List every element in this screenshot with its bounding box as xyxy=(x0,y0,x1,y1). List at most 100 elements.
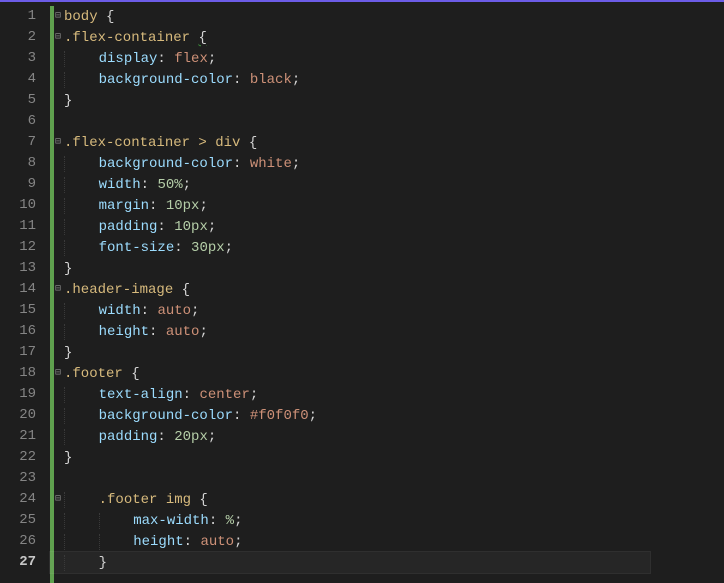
token-punc: : xyxy=(183,387,200,403)
fold-icon xyxy=(52,384,64,405)
line-number[interactable]: 22 xyxy=(10,447,36,468)
fold-icon xyxy=(52,447,64,468)
line-number[interactable]: 5 xyxy=(10,90,36,111)
fold-icon xyxy=(52,321,64,342)
line-number[interactable]: 13 xyxy=(10,258,36,279)
fold-icon[interactable]: ⊟ xyxy=(52,6,64,27)
code-line[interactable]: background-color: white; xyxy=(50,153,650,174)
line-number-gutter[interactable]: 1234567891011121314151617181920212223242… xyxy=(0,2,50,583)
line-number[interactable]: 17 xyxy=(10,342,36,363)
code-line[interactable]: margin: 10px; xyxy=(50,195,650,216)
line-number[interactable]: 2 xyxy=(10,27,36,48)
line-number[interactable]: 11 xyxy=(10,216,36,237)
line-number[interactable]: 3 xyxy=(10,48,36,69)
code-line[interactable]: background-color: black; xyxy=(50,69,650,90)
code-line[interactable]: max-width: %; xyxy=(50,510,650,531)
code-line[interactable]: } xyxy=(50,552,650,573)
code-line[interactable]: height: auto; xyxy=(50,531,650,552)
token-val: black xyxy=(250,72,292,88)
line-number[interactable]: 10 xyxy=(10,195,36,216)
token-val: white xyxy=(250,156,292,172)
line-number[interactable]: 26 xyxy=(10,531,36,552)
line-number[interactable]: 21 xyxy=(10,426,36,447)
line-number[interactable]: 23 xyxy=(10,468,36,489)
code-line[interactable]: height: auto; xyxy=(50,321,650,342)
editor-body: 1234567891011121314151617181920212223242… xyxy=(0,2,724,583)
vertical-scrollbar[interactable] xyxy=(710,2,724,583)
line-number[interactable]: 9 xyxy=(10,174,36,195)
line-number[interactable]: 19 xyxy=(10,384,36,405)
code-line[interactable]: ⊟ .footer img { xyxy=(50,489,650,510)
indent-guide xyxy=(64,177,99,193)
indent-guide xyxy=(64,198,99,214)
indent-guide xyxy=(64,408,99,424)
token-val: center xyxy=(199,387,249,403)
line-number[interactable]: 7 xyxy=(10,132,36,153)
token-num: 10px xyxy=(174,219,208,235)
minimap[interactable] xyxy=(650,2,710,583)
code-line[interactable]: ⊟.header-image { xyxy=(50,279,650,300)
line-number[interactable]: 20 xyxy=(10,405,36,426)
line-number[interactable]: 18 xyxy=(10,363,36,384)
fold-icon[interactable]: ⊟ xyxy=(52,489,64,510)
token-sel: .flex-container > div xyxy=(64,135,240,151)
line-number[interactable]: 6 xyxy=(10,111,36,132)
indent-guide xyxy=(64,387,99,403)
fold-icon xyxy=(52,237,64,258)
indent-guide xyxy=(64,303,99,319)
fold-icon xyxy=(52,405,64,426)
code-line[interactable]: display: flex; xyxy=(50,48,650,69)
line-number[interactable]: 15 xyxy=(10,300,36,321)
token-sel: .flex-container xyxy=(64,30,190,46)
token-punc: : xyxy=(157,219,174,235)
code-line[interactable]: font-size: 30px; xyxy=(50,237,650,258)
token-punc: : xyxy=(157,429,174,445)
token-punc: ; xyxy=(309,408,317,424)
line-number[interactable]: 12 xyxy=(10,237,36,258)
fold-icon[interactable]: ⊟ xyxy=(52,363,64,384)
code-line[interactable]: } xyxy=(50,447,650,468)
indent-guide xyxy=(64,219,99,235)
code-line[interactable]: } xyxy=(50,342,650,363)
indent-guide xyxy=(64,156,99,172)
fold-icon[interactable]: ⊟ xyxy=(52,132,64,153)
fold-icon xyxy=(52,90,64,111)
token-punc: : xyxy=(209,513,226,529)
fold-icon[interactable]: ⊟ xyxy=(52,27,64,48)
code-line[interactable]: padding: 20px; xyxy=(50,426,650,447)
token-sel: body xyxy=(64,9,98,25)
code-area[interactable]: ⊟body {⊟.flex-container { display: flex;… xyxy=(50,2,650,583)
token-sel: .footer xyxy=(64,366,123,382)
token-val: auto xyxy=(200,534,234,550)
token-punc: ; xyxy=(183,177,191,193)
token-punc: { xyxy=(240,135,257,151)
code-line[interactable]: } xyxy=(50,90,650,111)
code-line[interactable]: ⊟body { xyxy=(50,6,650,27)
line-number[interactable]: 27 xyxy=(10,552,36,573)
token-val: auto xyxy=(157,303,191,319)
line-number[interactable]: 16 xyxy=(10,321,36,342)
indent-guide xyxy=(99,513,134,529)
code-line[interactable]: } xyxy=(50,258,650,279)
code-line[interactable]: width: 50%; xyxy=(50,174,650,195)
code-line[interactable] xyxy=(50,111,650,132)
line-number[interactable]: 24 xyxy=(10,489,36,510)
code-line[interactable]: background-color: #f0f0f0; xyxy=(50,405,650,426)
code-line[interactable] xyxy=(50,468,650,489)
token-punc: } xyxy=(64,345,72,361)
code-line[interactable]: text-align: center; xyxy=(50,384,650,405)
indent-guide xyxy=(64,72,99,88)
line-number[interactable]: 14 xyxy=(10,279,36,300)
line-number[interactable]: 4 xyxy=(10,69,36,90)
fold-icon[interactable]: ⊟ xyxy=(52,279,64,300)
token-punc: : xyxy=(141,303,158,319)
code-line[interactable]: ⊟.footer { xyxy=(50,363,650,384)
code-line[interactable]: ⊟.flex-container > div { xyxy=(50,132,650,153)
code-line[interactable]: ⊟.flex-container { xyxy=(50,27,650,48)
token-punc: : xyxy=(233,72,250,88)
line-number[interactable]: 25 xyxy=(10,510,36,531)
line-number[interactable]: 8 xyxy=(10,153,36,174)
code-line[interactable]: width: auto; xyxy=(50,300,650,321)
line-number[interactable]: 1 xyxy=(10,6,36,27)
code-line[interactable]: padding: 10px; xyxy=(50,216,650,237)
